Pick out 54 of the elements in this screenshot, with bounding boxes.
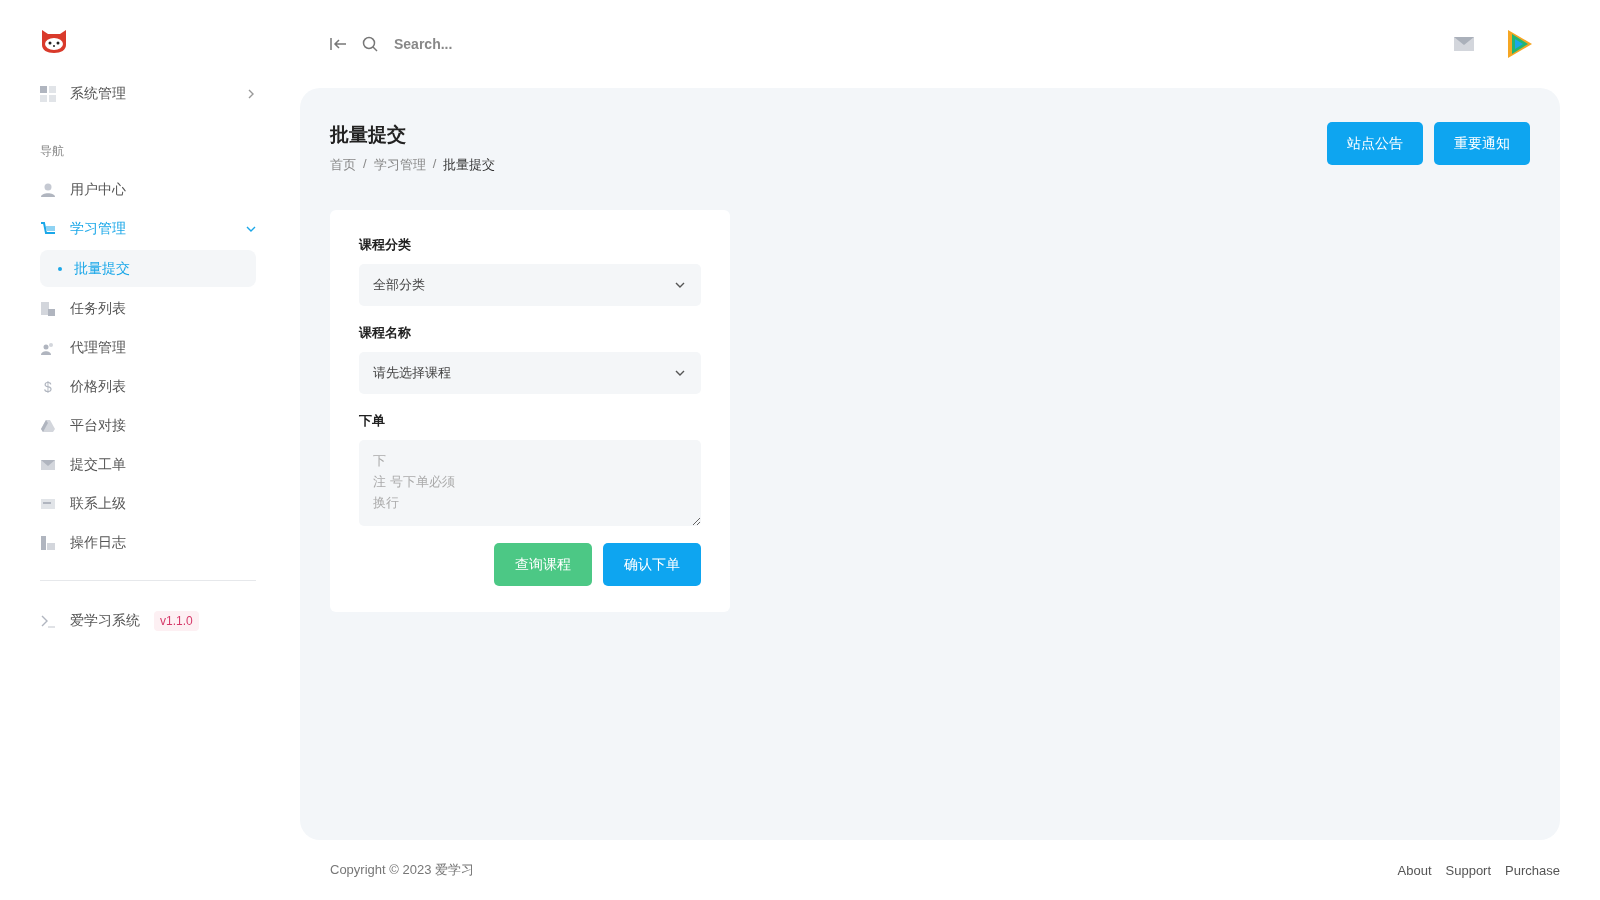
chevron-right-icon: [246, 88, 256, 99]
footer-link[interactable]: Purchase: [1505, 862, 1560, 878]
breadcrumb-link[interactable]: 首页: [330, 156, 356, 174]
mail-icon: [1454, 37, 1474, 51]
nav-item[interactable]: 操作日志: [40, 523, 256, 562]
text-area[interactable]: 下 注 号下单必须 换行: [359, 440, 701, 526]
nav-item[interactable]: 平台对接: [40, 406, 256, 445]
chart-icon: [40, 534, 56, 551]
nav-label: 任务列表: [70, 299, 127, 318]
field-label: 课程分类: [359, 236, 412, 254]
nav-label: 用户中心: [70, 180, 127, 199]
nav-item[interactable]: 代理管理: [40, 328, 256, 367]
tasks-icon: [40, 300, 56, 317]
breadcrumb-separator: /: [363, 156, 367, 173]
collapse-icon: [330, 37, 348, 51]
cat-logo-icon: [40, 28, 68, 54]
nav-label: 价格列表: [70, 377, 127, 396]
triangle-icon: [40, 417, 56, 434]
chevron-down-icon: [675, 368, 685, 378]
nav-item[interactable]: $ 价格列表: [40, 367, 256, 406]
breadcrumb-current: 批量提交: [443, 156, 496, 174]
select-field[interactable]: 请先选择课程: [359, 352, 701, 394]
breadcrumb-separator: /: [432, 156, 437, 173]
search-icon: [362, 36, 378, 52]
page-title: 批量提交: [330, 123, 407, 147]
copyright-text: Copyright © 2023 爱学习: [330, 861, 474, 879]
nav-item[interactable]: 任务列表: [40, 289, 256, 328]
bullet-icon: [58, 266, 62, 271]
section-title: 导航: [40, 143, 65, 160]
nav-item[interactable]: 用户中心: [40, 170, 256, 209]
field-label: 下单: [359, 412, 386, 430]
chevron-down-icon: [675, 280, 685, 290]
cart-icon: [40, 220, 56, 237]
field-label: 课程名称: [359, 324, 412, 342]
nav-label: 联系上级: [70, 494, 127, 513]
submenu-label: 批量提交: [74, 259, 130, 278]
grid-icon: [40, 85, 56, 102]
nav-label: 操作日志: [70, 533, 127, 552]
breadcrumb-link[interactable]: 学习管理: [373, 156, 426, 174]
dollar-icon: $: [40, 378, 56, 395]
nav-item[interactable]: 联系上级: [40, 484, 256, 523]
select-field[interactable]: 全部分类: [359, 264, 701, 306]
nav-label: 学习管理: [70, 219, 127, 238]
nav-label: 系统管理: [70, 84, 127, 103]
footer-link[interactable]: Support: [1445, 862, 1492, 878]
nav-label: 平台对接: [70, 416, 127, 435]
nav-item[interactable]: 系统管理: [40, 74, 256, 113]
footer-link[interactable]: About: [1397, 862, 1432, 878]
nav-item[interactable]: 提交工单: [40, 445, 256, 484]
nav-label: 提交工单: [70, 455, 127, 474]
app-name: 爱学习系统: [70, 611, 140, 630]
user-icon: [40, 181, 56, 198]
version-badge: v1.1.0: [154, 610, 199, 631]
nav-label: 代理管理: [70, 338, 127, 357]
